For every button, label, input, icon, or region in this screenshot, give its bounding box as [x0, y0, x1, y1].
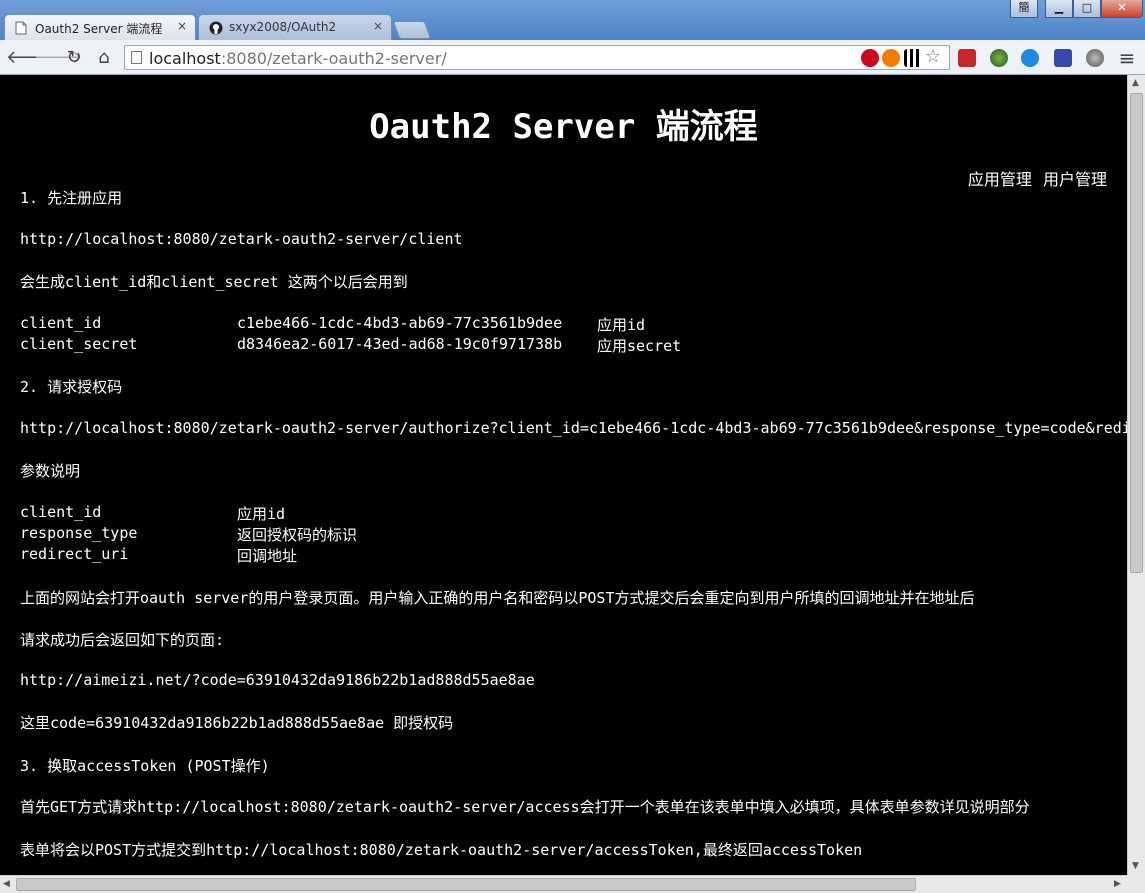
- forward-icon[interactable]: 🡒: [34, 47, 82, 69]
- tab-oauth2-server[interactable]: Oauth2 Server 端流程 ×: [4, 14, 196, 40]
- param-key: response_type: [20, 524, 138, 542]
- url-text[interactable]: localhost:8080/zetark-oauth2-server/: [149, 49, 447, 68]
- scroll-up-icon[interactable]: ▲: [1132, 78, 1139, 88]
- scroll-left-icon[interactable]: ◀: [3, 879, 10, 889]
- pro-extension-icon[interactable]: [861, 49, 879, 67]
- horizontal-scrollbar[interactable]: ◀ ▶: [0, 875, 1127, 893]
- new-tab-button[interactable]: [392, 21, 432, 39]
- scrollbar-corner: [1127, 875, 1145, 893]
- horizontal-scroll-thumb[interactable]: [16, 878, 916, 891]
- param-desc: 应用id: [237, 505, 286, 523]
- extension-red-icon[interactable]: [958, 49, 976, 67]
- param-desc: 应用id: [597, 316, 646, 334]
- page-content: Oauth2 Server 端流程 应用管理 用户管理 1. 先注册应用 htt…: [0, 75, 1127, 875]
- scroll-down-icon[interactable]: ▼: [1132, 861, 1139, 871]
- close-window-icon[interactable]: ✕: [1101, 0, 1143, 18]
- section-3-heading: 3. 换取accessToken (POST操作): [20, 757, 270, 775]
- param-key: redirect_uri: [20, 545, 129, 563]
- home-icon[interactable]: ⌂: [93, 47, 115, 69]
- return-url: http://aimeizi.net/?code=63910432da9186b…: [20, 671, 535, 689]
- scroll-right-icon[interactable]: ▶: [1114, 879, 1121, 889]
- page-icon: [15, 21, 29, 35]
- extension-star-icon[interactable]: [1054, 49, 1072, 67]
- section-2-heading: 2. 请求授权码: [20, 378, 123, 396]
- param-desc: 应用secret: [597, 337, 682, 355]
- section-1-heading: 1. 先注册应用: [20, 189, 123, 207]
- nav-app-management[interactable]: 应用管理: [968, 170, 1032, 189]
- param-value: c1ebe466-1cdc-4bd3-ab69-77c3561b9dee: [237, 314, 563, 332]
- page-icon: [131, 51, 142, 64]
- github-icon: [209, 21, 223, 35]
- back-icon[interactable]: 🡐: [6, 47, 54, 69]
- bookmark-star-icon[interactable]: ☆: [925, 46, 941, 67]
- url-path: :8080/zetark-oauth2-server/: [220, 49, 447, 68]
- qr-code-icon[interactable]: [904, 49, 922, 67]
- reload-icon[interactable]: ↻: [63, 47, 85, 69]
- address-bar[interactable]: localhost:8080/zetark-oauth2-server/: [124, 45, 950, 70]
- param-key: client_secret: [20, 335, 138, 353]
- tab-github-oauth2[interactable]: sxyx2008/OAuth2 ×: [198, 14, 392, 40]
- vertical-scrollbar[interactable]: ▲ ▼: [1127, 75, 1145, 875]
- maximize-icon[interactable]: □: [1073, 0, 1101, 18]
- extension-globe-icon[interactable]: [1021, 49, 1039, 67]
- section-1-desc: 会生成client_id和client_secret 这两个以后会用到: [20, 273, 408, 291]
- tab-label: Oauth2 Server 端流程: [35, 22, 163, 36]
- tab-close-icon[interactable]: ×: [373, 19, 383, 33]
- infinity-extension-icon[interactable]: [882, 49, 900, 67]
- access-desc: 首先GET方式请求http://localhost:8080/zetark-oa…: [20, 798, 1030, 816]
- param-key: client_id: [20, 503, 102, 521]
- code-note: 这里code=63910432da9186b22b1ad888d55ae8ae …: [20, 714, 454, 732]
- menu-icon[interactable]: ≡: [1116, 47, 1138, 69]
- param-desc: 回调地址: [237, 547, 298, 565]
- page-title: Oauth2 Server 端流程: [369, 107, 758, 147]
- login-flow-desc: 上面的网站会打开oauth server的用户登录页面。用户输入正确的用户名和密…: [20, 589, 975, 607]
- browser-toolbar: 🡐 🡒 ↻ ⌂ localhost:8080/zetark-oauth2-ser…: [0, 40, 1145, 75]
- param-desc: 返回授权码的标识: [237, 526, 358, 544]
- param-key: client_id: [20, 314, 102, 332]
- browser-titlebar: Oauth2 Server 端流程 × sxyx2008/OAuth2 × 簡 …: [0, 0, 1145, 40]
- nav-user-management[interactable]: 用户管理: [1043, 170, 1107, 189]
- authorize-url: http://localhost:8080/zetark-oauth2-serv…: [20, 419, 1127, 437]
- vertical-scroll-thumb[interactable]: [1130, 93, 1143, 573]
- minimize-icon[interactable]: ▁: [1045, 0, 1073, 18]
- tab-close-icon[interactable]: ×: [177, 19, 187, 33]
- top-nav: 应用管理 用户管理: [962, 166, 1107, 190]
- extension-circle-icon[interactable]: [990, 49, 1008, 67]
- access-token-desc: 表单将会以POST方式提交到http://localhost:8080/zeta…: [20, 841, 863, 859]
- success-note: 请求成功后会返回如下的页面:: [20, 631, 225, 649]
- ime-indicator[interactable]: 簡: [1010, 0, 1038, 18]
- params-title: 参数说明: [20, 462, 81, 480]
- client-url: http://localhost:8080/zetark-oauth2-serv…: [20, 230, 463, 248]
- extension-gear-icon[interactable]: [1086, 49, 1104, 67]
- url-host: localhost: [149, 49, 221, 68]
- param-value: d8346ea2-6017-43ed-ad68-19c0f971738b: [237, 335, 563, 353]
- tab-label: sxyx2008/OAuth2: [229, 20, 337, 34]
